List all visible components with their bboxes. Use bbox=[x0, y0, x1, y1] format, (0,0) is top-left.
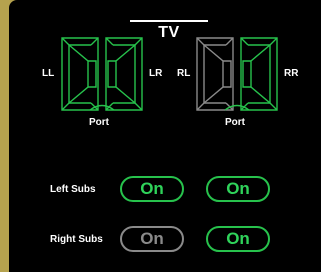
speaker-ll-icon[interactable] bbox=[61, 37, 99, 111]
speaker-label-ll: LL bbox=[42, 68, 55, 79]
left-subs-toggle-1[interactable]: On bbox=[120, 176, 184, 202]
front-speaker-pair[interactable] bbox=[60, 35, 144, 115]
app-frame: TV LL LR Port RL RR Port Left Subs On On… bbox=[0, 0, 321, 272]
rear-speaker-pair[interactable] bbox=[195, 35, 279, 115]
port-label-rear: Port bbox=[225, 117, 245, 128]
left-subs-toggle-2[interactable]: On bbox=[206, 176, 270, 202]
tv-panel: TV LL LR Port RL RR Port Left Subs On On… bbox=[9, 0, 321, 272]
speaker-rl-icon[interactable] bbox=[196, 37, 234, 111]
speaker-label-rl: RL bbox=[177, 68, 191, 79]
title-underline bbox=[130, 20, 208, 22]
speaker-label-rr: RR bbox=[284, 68, 299, 79]
left-subs-label: Left Subs bbox=[50, 184, 96, 195]
speaker-label-lr: LR bbox=[149, 68, 163, 79]
speaker-rr-icon[interactable] bbox=[240, 37, 278, 111]
right-subs-toggle-2[interactable]: On bbox=[206, 226, 270, 252]
right-subs-label: Right Subs bbox=[50, 234, 103, 245]
speaker-lr-icon[interactable] bbox=[105, 37, 143, 111]
port-label-front: Port bbox=[89, 117, 109, 128]
right-subs-toggle-1[interactable]: On bbox=[120, 226, 184, 252]
